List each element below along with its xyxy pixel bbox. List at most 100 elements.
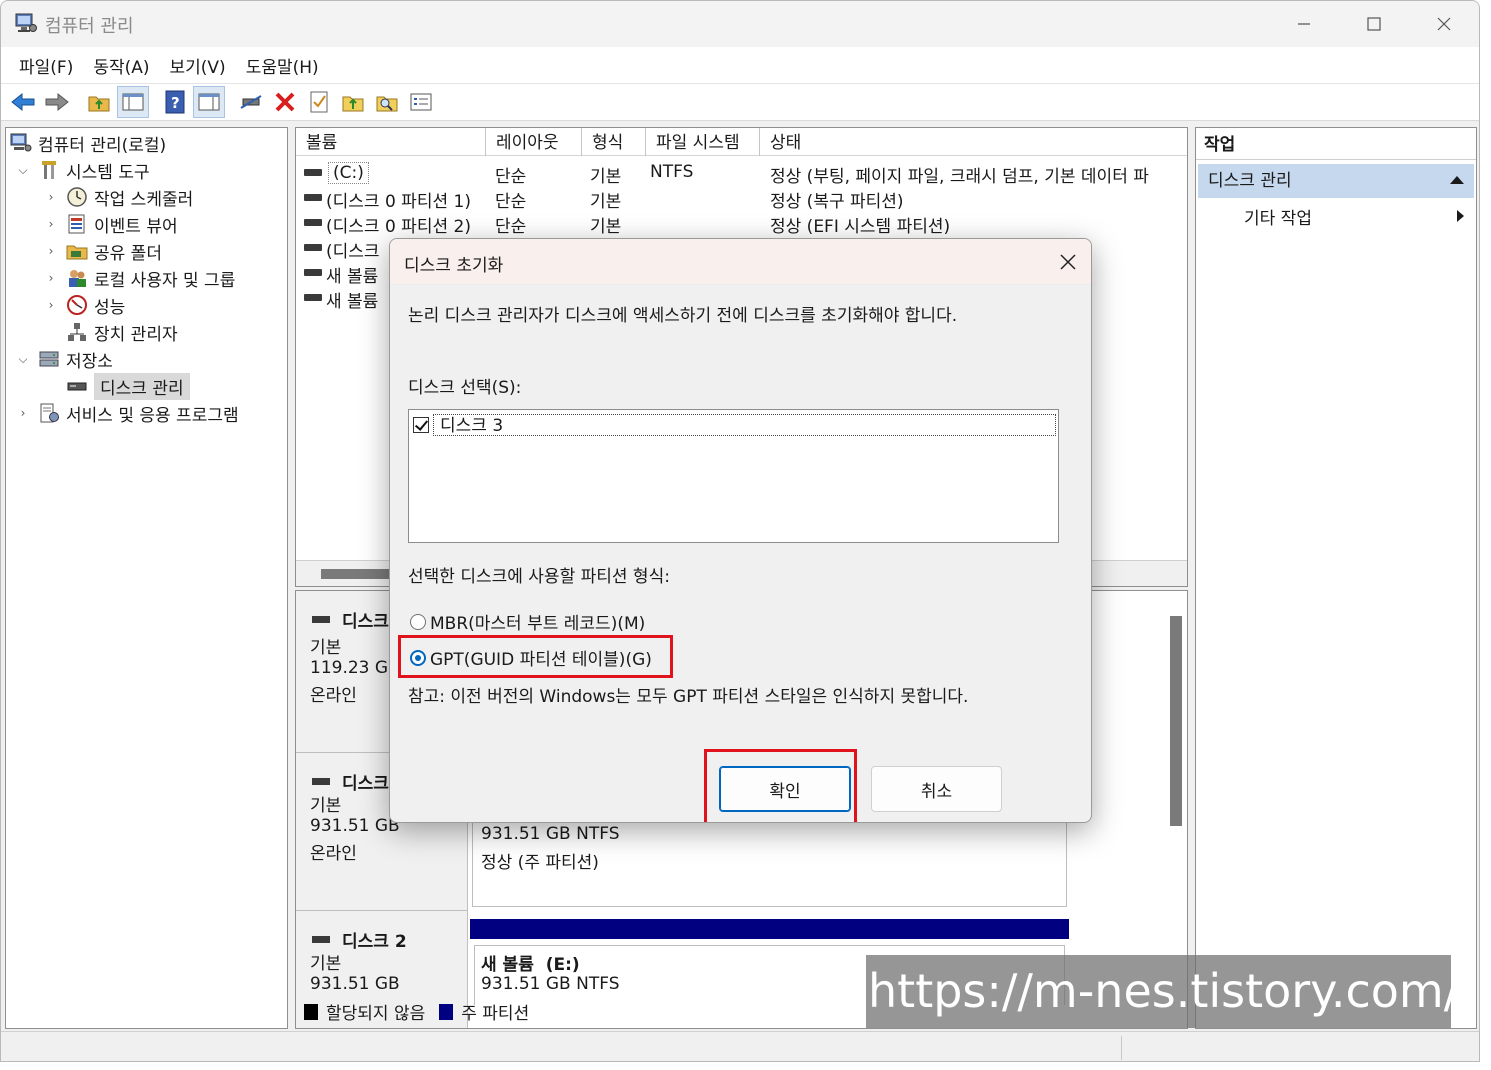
title-bar[interactable]: 컴퓨터 관리 [1, 1, 1479, 47]
partition-style-label: 선택한 디스크에 사용할 파티션 형식: [408, 567, 670, 587]
dialog-title: 디스크 초기화 [404, 256, 504, 276]
close-window-button[interactable] [1414, 9, 1474, 39]
forward-arrow-icon [45, 92, 69, 112]
gpt-option[interactable]: GPT(GUID 파티션 테이블)(G) [410, 645, 652, 670]
tree-item-computer-management[interactable]: 컴퓨터 관리(로컬) [10, 130, 166, 156]
submenu-arrow-icon[interactable] [1457, 210, 1464, 222]
back-arrow-icon [11, 92, 35, 112]
back-button[interactable] [7, 86, 39, 118]
delete-button[interactable] [269, 86, 301, 118]
folder-up-icon [88, 96, 110, 112]
forward-button[interactable] [41, 86, 73, 118]
menu-action[interactable]: 동작(A) [83, 49, 159, 82]
search-button[interactable] [371, 86, 403, 118]
scrollbar-thumb[interactable] [321, 569, 391, 579]
chevron-right-icon[interactable]: › [44, 244, 58, 258]
cancel-button[interactable]: 취소 [871, 766, 1002, 812]
console-tree-icon [122, 93, 144, 111]
drive-icon [304, 244, 322, 251]
column-header-layout[interactable]: 레이아웃 [486, 128, 582, 156]
ok-button[interactable]: 확인 [719, 766, 851, 812]
menu-view[interactable]: 보기(V) [160, 49, 236, 82]
gpt-note: 참고: 이전 버전의 Windows는 모두 GPT 파티션 스타일은 인식하지… [408, 687, 969, 707]
dialog-title-bar[interactable]: 디스크 초기화 [390, 239, 1091, 285]
minimize-button[interactable] [1274, 9, 1334, 39]
action-more-actions[interactable]: 기타 작업 [1244, 204, 1312, 229]
export-button[interactable] [337, 86, 369, 118]
tree-label: 서비스 및 응용 프로그램 [66, 405, 239, 426]
mbr-radio[interactable] [410, 613, 426, 630]
show-hide-action-pane-button[interactable] [193, 86, 225, 118]
drive-icon [304, 169, 322, 176]
maximize-icon [1367, 17, 1381, 31]
toolbar: ? [1, 83, 1479, 121]
gpt-radio[interactable] [410, 649, 426, 666]
dialog-close-button[interactable] [1059, 249, 1077, 277]
delete-x-icon [275, 92, 295, 112]
chevron-right-icon[interactable]: › [44, 190, 58, 204]
menu-help[interactable]: 도움말(H) [236, 49, 329, 82]
list-item[interactable]: 디스크 3 [413, 414, 1056, 436]
minimize-icon [1298, 23, 1310, 25]
column-header-status[interactable]: 상태 [760, 128, 1187, 156]
action-pane-header: 작업 [1196, 128, 1476, 160]
help-button[interactable]: ? [159, 86, 191, 118]
tree-item-storage[interactable]: ⌵ 저장소 [16, 346, 113, 372]
disk-select-label: 디스크 선택(S): [408, 378, 522, 398]
table-row[interactable]: (디스크 0 파티션 1) 단순 기본 정상 (복구 파티션) [296, 185, 1187, 212]
list-view-button[interactable] [405, 86, 437, 118]
chevron-right-icon[interactable]: › [44, 298, 58, 312]
search-folder-icon [376, 96, 398, 112]
mbr-option[interactable]: MBR(마스터 부트 레코드)(M) [410, 609, 645, 634]
tree-item-system-tools[interactable]: ⌵ 시스템 도구 [16, 157, 150, 183]
tree-item-event-viewer[interactable]: › 이벤트 뷰어 [44, 211, 178, 237]
tree-item-disk-management[interactable]: 디스크 관리 [66, 372, 190, 400]
tree-item-performance[interactable]: › 성능 [44, 292, 125, 318]
chevron-down-icon[interactable]: ⌵ [16, 163, 30, 178]
chevron-down-icon[interactable]: ⌵ [16, 352, 30, 367]
tree-label: 컴퓨터 관리(로컬) [38, 135, 167, 156]
checklist-icon [310, 91, 328, 113]
svg-text:?: ? [171, 94, 180, 112]
chevron-right-icon[interactable]: › [44, 217, 58, 231]
disk-select-list[interactable]: 디스크 3 [408, 409, 1059, 543]
action-pane: 작업 디스크 관리 기타 작업 [1195, 127, 1477, 1029]
table-row[interactable]: (C:) 단순 기본 NTFS 정상 (부팅, 페이지 파일, 크래시 덤프, … [296, 160, 1187, 187]
tree-item-shared-folders[interactable]: › 공유 폴더 [44, 238, 162, 264]
chevron-right-icon[interactable]: › [16, 406, 30, 420]
tree-label: 공유 폴더 [94, 243, 162, 264]
tree-item-services-apps[interactable]: › 서비스 및 응용 프로그램 [16, 400, 239, 426]
connect-button[interactable] [235, 86, 267, 118]
disk-3-checkbox[interactable] [413, 417, 429, 433]
close-icon [1060, 254, 1076, 270]
folder-export-icon [342, 96, 364, 112]
tree-item-device-manager[interactable]: 장치 관리자 [66, 319, 178, 345]
show-hide-tree-button[interactable] [117, 86, 149, 118]
console-tree: 컴퓨터 관리(로컬) ⌵ 시스템 도구 › 작업 스케줄러 › 이벤트 뷰어 ›… [5, 127, 288, 1029]
services-icon [40, 403, 59, 423]
tree-label: 로컬 사용자 및 그룹 [94, 270, 236, 291]
column-header-type[interactable]: 형식 [582, 128, 646, 156]
column-header-volume[interactable]: 볼륨 [296, 128, 486, 156]
scrollbar-thumb[interactable] [1170, 616, 1182, 826]
event-log-icon [68, 214, 85, 234]
status-bar [1, 1031, 1479, 1061]
drive-icon [304, 219, 322, 226]
help-icon: ? [165, 90, 185, 114]
collapse-arrow-icon[interactable] [1450, 176, 1464, 184]
disk-3-label: 디스크 3 [433, 414, 1056, 436]
action-section-disk-management[interactable]: 디스크 관리 [1198, 164, 1474, 198]
table-row[interactable]: (디스크 0 파티션 2) 단순 기본 정상 (EFI 시스템 파티션) [296, 210, 1187, 237]
maximize-button[interactable] [1344, 9, 1404, 39]
chevron-right-icon[interactable]: › [44, 271, 58, 285]
menu-file[interactable]: 파일(F) [9, 49, 83, 82]
close-icon [1437, 17, 1451, 31]
column-header-filesystem[interactable]: 파일 시스템 [646, 128, 760, 156]
tree-item-local-users[interactable]: › 로컬 사용자 및 그룹 [44, 265, 235, 291]
tree-item-task-scheduler[interactable]: › 작업 스케줄러 [44, 184, 193, 210]
properties-button[interactable] [303, 86, 335, 118]
storage-icon [39, 351, 59, 367]
computer-management-icon [10, 133, 32, 152]
up-folder-button[interactable] [83, 86, 115, 118]
tree-label: 성능 [94, 297, 126, 318]
